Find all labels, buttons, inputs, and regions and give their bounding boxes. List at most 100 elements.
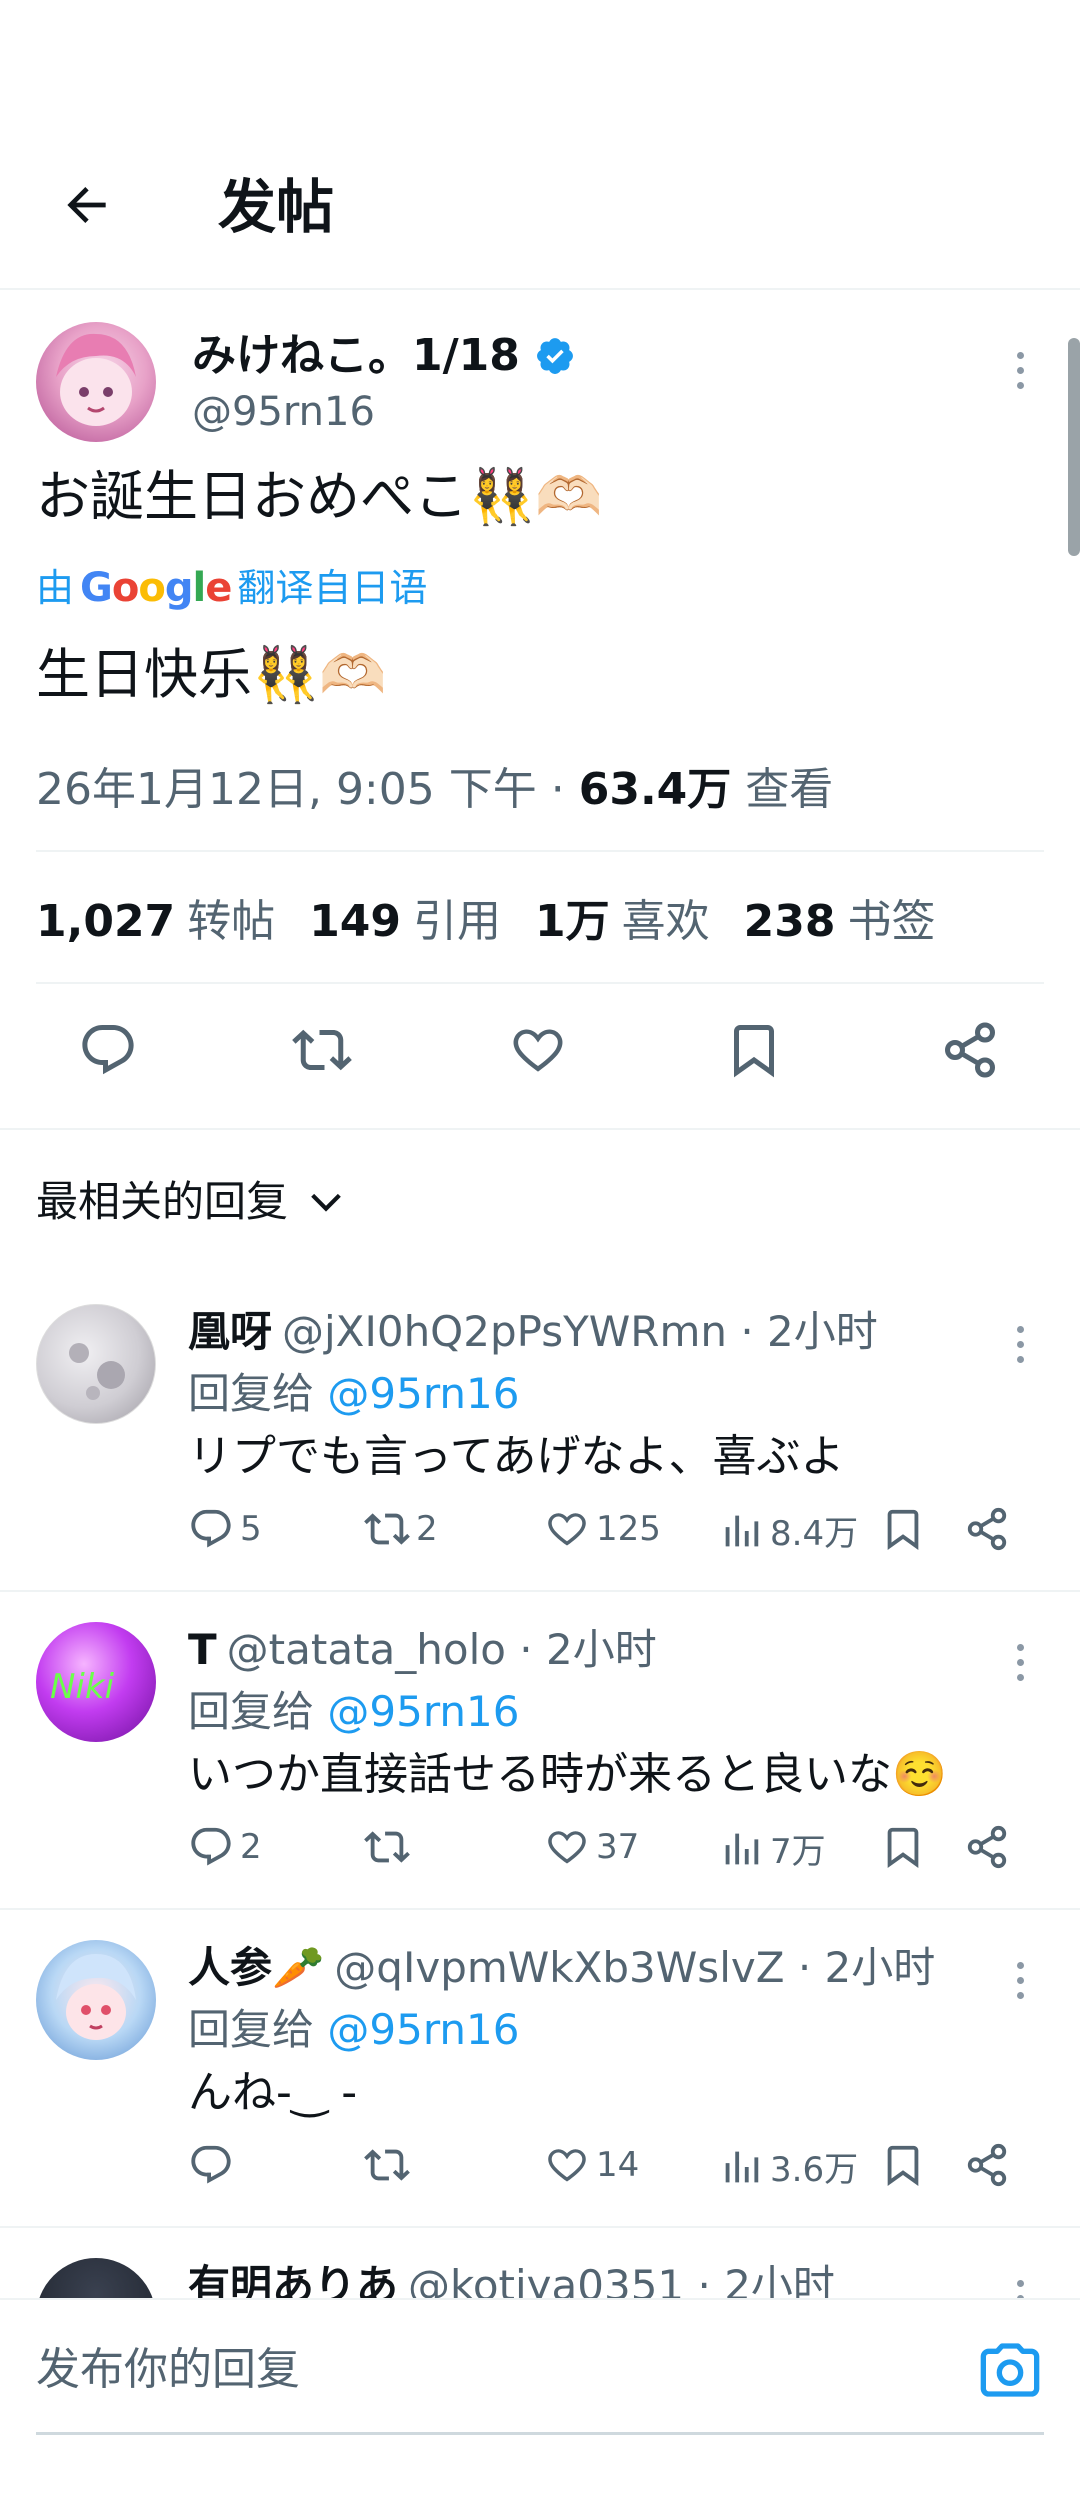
post-text: お誕生日おめぺこ👯‍♀️🫶🏻 <box>36 465 603 528</box>
reply-bookmark-button[interactable] <box>880 2142 926 2188</box>
divider <box>36 850 1044 852</box>
views-chart-icon <box>725 1515 759 1546</box>
quote-stat[interactable]: 149 引用 <box>309 892 501 952</box>
like-icon <box>548 1831 586 1864</box>
reply-sort-dropdown[interactable]: 最相关的回复 <box>36 1172 346 1232</box>
reply-author-name[interactable]: T <box>188 1625 217 1674</box>
reply-views-button[interactable]: 3.6万 <box>718 2142 858 2191</box>
view-count: 63.4万 <box>578 764 732 815</box>
reply-avatar[interactable]: Niki <box>36 1622 156 1742</box>
reply-repost-button[interactable] <box>364 1824 416 1870</box>
views-chart-icon <box>725 1833 759 1864</box>
reply-to-line: 回复给 @95rn16 <box>188 1687 520 1736</box>
back-arrow-icon[interactable] <box>52 170 122 240</box>
bookmark-icon <box>887 1827 919 1868</box>
reply-text: リプでも言ってあげなよ、喜ぶよ <box>188 1431 845 1482</box>
repost-icon <box>364 2149 410 2181</box>
like-icon <box>548 1513 586 1546</box>
like-icon[interactable] <box>508 1020 568 1080</box>
reply-comment-button[interactable]: 2 <box>188 1824 262 1870</box>
repost-icon <box>364 1831 410 1863</box>
reply-text: んね-‿ - <box>188 2067 358 2118</box>
reply-author-handle[interactable]: @tatata_holo · 2小时 <box>227 1625 657 1674</box>
author-handle[interactable]: @95rn16 <box>192 384 375 440</box>
reply-share-button[interactable] <box>964 1506 1010 1552</box>
reply-item[interactable]: 人参🥕 @qIvpmWkXb3WslvZ · 2小时 回复给 @95rn16 んね… <box>0 1910 1080 2228</box>
page-title: 发帖 <box>218 173 335 241</box>
more-options-icon[interactable] <box>1000 1632 1040 1692</box>
reply-comment-button[interactable]: 5 <box>188 1506 262 1552</box>
mention-link[interactable]: @95rn16 <box>327 2005 519 2054</box>
views-chart-icon <box>725 2151 759 2182</box>
reply-header: 人参🥕 @qIvpmWkXb3WslvZ · 2小时 <box>188 1938 935 1998</box>
reply-avatar[interactable] <box>36 1940 156 2060</box>
reply-author-name[interactable]: 凰呀 <box>188 1307 272 1356</box>
share-icon <box>967 2143 1007 2187</box>
reply-like-button[interactable]: 14 <box>544 2142 639 2188</box>
reply-header: T @tatata_holo · 2小时 <box>188 1620 657 1680</box>
reply-comment-button[interactable] <box>188 2142 240 2188</box>
bookmark-icon <box>887 1509 919 1550</box>
engagement-stats: 1,027 转帖 149 引用 1万 喜欢 238 书签 <box>36 892 936 952</box>
reply-author-handle[interactable]: @jXI0hQ2pPsYWRmn · 2小时 <box>282 1307 878 1356</box>
reply-to-line: 回复给 @95rn16 <box>188 2005 520 2054</box>
reply-item[interactable]: 凰呀 @jXI0hQ2pPsYWRmn · 2小时 回复给 @95rn16 リプで… <box>0 1274 1080 1592</box>
reply-icon <box>191 2145 231 2184</box>
reply-to-line: 回复给 @95rn16 <box>188 1369 520 1418</box>
reply-bookmark-button[interactable] <box>880 1506 926 1552</box>
reply-icon[interactable] <box>78 1020 138 1080</box>
bookmark-stat[interactable]: 238 书签 <box>744 892 936 952</box>
more-options-icon[interactable] <box>1000 1950 1040 2010</box>
reply-author-handle[interactable]: @qIvpmWkXb3WslvZ · 2小时 <box>334 1943 935 1992</box>
post-action-bar <box>0 992 1080 1104</box>
post-date: 26年1月12日, 9:05 下午 · <box>36 764 565 815</box>
reply-like-button[interactable]: 37 <box>544 1824 639 1870</box>
divider <box>0 1128 1080 1130</box>
google-logo: Google <box>80 565 232 611</box>
like-stat[interactable]: 1万 喜欢 <box>535 892 710 952</box>
translation-suffix: 翻译自日语 <box>237 566 428 610</box>
reply-views-button[interactable]: 8.4万 <box>718 1506 858 1555</box>
more-options-icon[interactable] <box>1000 1314 1040 1374</box>
reply-like-button[interactable]: 125 <box>544 1506 661 1552</box>
translation-prefix: 由 <box>36 566 75 610</box>
translation-attribution[interactable]: 由 Google 翻译自日语 <box>36 560 427 616</box>
reply-share-button[interactable] <box>964 1824 1010 1870</box>
reply-author-name[interactable]: 人参🥕 <box>188 1943 324 1992</box>
mention-link[interactable]: @95rn16 <box>327 1369 519 1418</box>
svg-text:Niki: Niki <box>50 1667 115 1707</box>
share-icon <box>967 1507 1007 1551</box>
reply-item[interactable]: Niki T @tatata_holo · 2小时 回复给 @95rn16 いつか… <box>0 1592 1080 1910</box>
reply-share-button[interactable] <box>964 2142 1010 2188</box>
chevron-down-icon <box>311 1193 341 1212</box>
reply-avatar[interactable] <box>36 1304 156 1424</box>
reply-icon <box>191 1509 231 1548</box>
reply-repost-button[interactable] <box>364 2142 416 2188</box>
reply-input[interactable]: 发布你的回复 <box>36 2340 300 2400</box>
more-options-icon[interactable] <box>1000 340 1040 400</box>
reply-bookmark-button[interactable] <box>880 1824 926 1870</box>
reply-repost-button[interactable]: 2 <box>364 1506 438 1552</box>
scrollbar[interactable] <box>1068 338 1080 556</box>
reply-icon <box>191 1827 231 1866</box>
reply-composer: 发布你的回复 <box>0 2298 1080 2520</box>
reply-action-bar: 5 2 125 8.4万 <box>188 1496 1048 1566</box>
mention-link[interactable]: @95rn16 <box>327 1687 519 1736</box>
bookmark-icon[interactable] <box>724 1020 784 1080</box>
author-avatar[interactable] <box>36 322 156 442</box>
composer-underline <box>36 2432 1044 2435</box>
camera-icon[interactable] <box>978 2338 1042 2402</box>
top-bar: 发帖 <box>0 0 1080 290</box>
view-label: 查看 <box>745 764 834 815</box>
author-name-text[interactable]: みけねこ。1/18 <box>192 328 520 384</box>
bookmark-icon <box>887 2145 919 2186</box>
reply-header: 凰呀 @jXI0hQ2pPsYWRmn · 2小时 <box>188 1302 878 1362</box>
divider <box>36 982 1044 984</box>
like-icon <box>548 2149 586 2182</box>
author-name[interactable]: みけねこ。1/18 <box>192 328 576 384</box>
reply-action-bar: 14 3.6万 <box>188 2132 1048 2202</box>
reply-views-button[interactable]: 7万 <box>718 1824 826 1873</box>
repost-icon[interactable] <box>292 1020 352 1080</box>
share-icon[interactable] <box>940 1020 1000 1080</box>
repost-stat[interactable]: 1,027 转帖 <box>36 892 275 952</box>
